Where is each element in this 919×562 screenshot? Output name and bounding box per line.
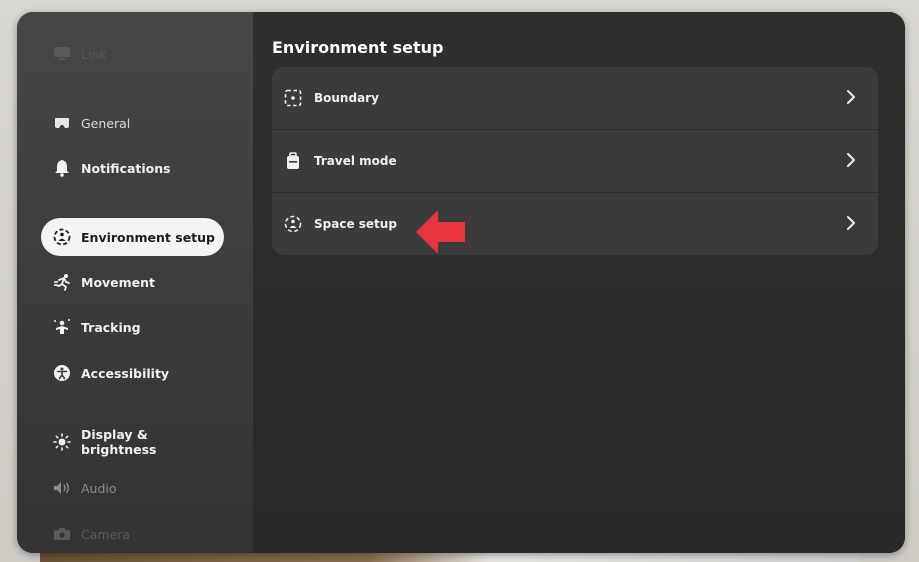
tracking-person-icon xyxy=(53,318,71,336)
camera-icon xyxy=(53,525,71,543)
sidebar-item-label: Environment setup xyxy=(81,229,215,245)
settings-list: Boundary Travel mode Space setup xyxy=(272,67,878,255)
sidebar: Link General Notifications Environment s… xyxy=(17,12,253,553)
boundary-label: Boundary xyxy=(314,91,379,105)
running-person-icon xyxy=(53,273,71,291)
sidebar-item-tracking[interactable]: Tracking xyxy=(41,308,224,346)
brightness-icon xyxy=(53,433,71,451)
sidebar-item-link[interactable]: Link xyxy=(41,35,224,73)
chevron-right-icon xyxy=(847,153,855,167)
chevron-right-icon xyxy=(847,216,855,230)
space-setup-row[interactable]: Space setup xyxy=(272,193,878,255)
accessibility-icon xyxy=(53,364,71,382)
page-title: Environment setup xyxy=(272,38,444,57)
sidebar-item-movement[interactable]: Movement xyxy=(41,263,224,301)
sidebar-item-label: Notifications xyxy=(81,160,171,176)
sidebar-item-label: Accessibility xyxy=(81,365,170,381)
boundary-icon xyxy=(284,89,302,107)
sidebar-item-label: Camera xyxy=(81,526,131,542)
sidebar-item-display-brightness[interactable]: Display & brightness xyxy=(41,423,224,461)
boundary-row[interactable]: Boundary xyxy=(272,67,878,129)
sidebar-item-label: Display & brightness xyxy=(81,427,157,457)
environment-setup-icon xyxy=(53,228,71,246)
space-setup-icon xyxy=(284,215,302,233)
sidebar-item-environment-setup[interactable]: Environment setup xyxy=(41,218,224,256)
sidebar-item-label: Audio xyxy=(81,480,117,496)
main-panel: Environment setup Boundary Travel mode S… xyxy=(253,12,905,553)
sidebar-item-label: Movement xyxy=(81,274,156,290)
headset-icon xyxy=(53,114,71,132)
red-arrow-pointer xyxy=(416,210,465,254)
sidebar-item-audio[interactable]: Audio xyxy=(41,469,224,507)
space-setup-label: Space setup xyxy=(314,217,397,231)
sidebar-item-label: Link xyxy=(81,46,107,62)
sidebar-item-label: Tracking xyxy=(81,319,141,335)
sidebar-item-notifications[interactable]: Notifications xyxy=(41,149,224,187)
travel-mode-label: Travel mode xyxy=(314,154,397,168)
chevron-right-icon xyxy=(847,90,855,104)
sidebar-item-camera[interactable]: Camera xyxy=(41,515,224,553)
speaker-icon xyxy=(53,479,71,497)
sidebar-item-label: General xyxy=(81,115,131,131)
luggage-icon xyxy=(284,152,302,170)
travel-mode-row[interactable]: Travel mode xyxy=(272,130,878,192)
bell-icon xyxy=(53,159,71,177)
settings-window: Link General Notifications Environment s… xyxy=(17,12,905,553)
sidebar-item-accessibility[interactable]: Accessibility xyxy=(41,354,224,392)
sidebar-item-general[interactable]: General xyxy=(41,104,224,142)
link-monitor-icon xyxy=(53,45,71,63)
background-strip xyxy=(40,552,859,562)
